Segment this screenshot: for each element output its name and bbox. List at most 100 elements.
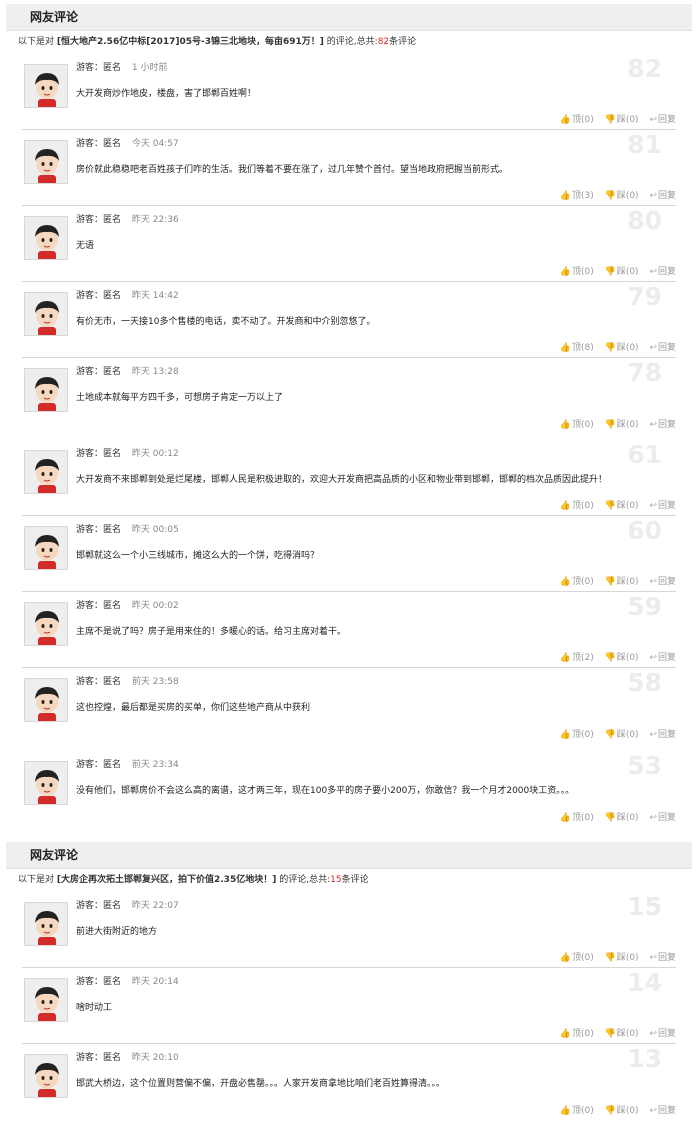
up-count: (2) — [580, 653, 594, 663]
up-count: (0) — [580, 501, 594, 511]
comment-item: 游客：匿名 前天 23:58 58 这也控煌，最后都是买房的买单，你们这些地产商… — [22, 668, 676, 744]
up-count: (3) — [580, 191, 594, 201]
topic-link[interactable]: [大房企再次拓土邯郸复兴区，拍下价值2.35亿地块！] — [57, 875, 276, 885]
thumbs-up-icon: 👍 — [559, 653, 571, 663]
up-button[interactable]: 👍顶(0) — [560, 417, 594, 430]
avatar[interactable] — [24, 292, 68, 336]
reply-button[interactable]: ↩回复 — [649, 264, 676, 277]
comment-list: 游客：匿名 昨天 22:07 15 前进大街附近的地方 👍顶(0) 👎踩(0) … — [6, 892, 692, 1120]
reply-button[interactable]: ↩回复 — [649, 950, 676, 963]
down-button[interactable]: 👎踩(0) — [605, 112, 639, 125]
comment-author: 游客：匿名 — [76, 601, 122, 611]
reply-button[interactable]: ↩回复 — [649, 574, 676, 587]
thumbs-down-icon: 👎 — [604, 501, 616, 511]
avatar[interactable] — [24, 1054, 68, 1098]
avatar[interactable] — [24, 526, 68, 570]
reply-button[interactable]: ↩回复 — [649, 810, 676, 823]
down-count: (0) — [625, 653, 639, 663]
comment-time: 昨天 20:10 — [131, 1053, 179, 1063]
section-intro: 以下是对 [恒大地产2.56亿中标[2017]05号-3锦三北地块，每亩691万… — [18, 37, 417, 47]
comment-time: 昨天 00:05 — [131, 525, 179, 535]
avatar[interactable] — [24, 761, 68, 805]
comment-time: 前天 23:58 — [131, 677, 179, 687]
comment-author: 游客：匿名 — [76, 760, 122, 770]
down-button[interactable]: 👎踩(0) — [605, 264, 639, 277]
avatar[interactable] — [24, 140, 68, 184]
down-button[interactable]: 👎踩(0) — [605, 1026, 639, 1039]
down-button[interactable]: 👎踩(0) — [605, 340, 639, 353]
avatar[interactable] — [24, 368, 68, 412]
comment-actions: 👍顶(8) 👎踩(0) ↩回复 — [552, 340, 676, 353]
comment-text: 大开发商不来邯郸到处是烂尾楼，邯郸人民是积极进取的，欢迎大开发商把高品质的小区和… — [76, 475, 608, 485]
reply-button[interactable]: ↩回复 — [649, 112, 676, 125]
comment-actions: 👍顶(3) 👎踩(0) ↩回复 — [552, 188, 676, 201]
comment-item: 游客：匿名 今天 04:57 81 房价就此稳稳吧老百姓孩子们咋的生活。我们等着… — [22, 130, 676, 206]
floor-number: 82 — [627, 54, 662, 83]
avatar[interactable] — [24, 902, 68, 946]
down-button[interactable]: 👎踩(0) — [605, 417, 639, 430]
down-button[interactable]: 👎踩(0) — [605, 650, 639, 663]
cartoon-boy-avatar-icon — [25, 369, 67, 411]
up-button[interactable]: 👍顶(0) — [560, 112, 594, 125]
avatar[interactable] — [24, 450, 68, 494]
comment-author: 游客：匿名 — [76, 525, 122, 535]
reply-button[interactable]: ↩回复 — [649, 340, 676, 353]
topic-link[interactable]: [恒大地产2.56亿中标[2017]05号-3锦三北地块，每亩691万！] — [57, 37, 324, 47]
up-count: (0) — [580, 813, 594, 823]
comment-text: 邯郸就这么一个小三线城市，摊这么大的一个饼，吃得消吗？ — [76, 551, 320, 561]
reply-button[interactable]: ↩回复 — [649, 727, 676, 740]
down-button[interactable]: 👎踩(0) — [605, 727, 639, 740]
floor-number: 79 — [627, 282, 662, 311]
down-button[interactable]: 👎踩(0) — [605, 950, 639, 963]
reply-button[interactable]: ↩回复 — [649, 417, 676, 430]
down-button[interactable]: 👎踩(0) — [605, 574, 639, 587]
avatar[interactable] — [24, 602, 68, 646]
comment-item: 游客：匿名 昨天 22:36 80 无语 👍顶(0) 👎踩(0) ↩回复 — [22, 206, 676, 282]
reply-icon: ↩ — [649, 1106, 657, 1116]
up-button[interactable]: 👍顶(0) — [560, 264, 594, 277]
reply-button[interactable]: ↩回复 — [649, 1103, 676, 1116]
up-button[interactable]: 👍顶(0) — [560, 810, 594, 823]
up-button[interactable]: 👍顶(0) — [560, 1103, 594, 1116]
up-button[interactable]: 👍顶(0) — [560, 727, 594, 740]
up-button[interactable]: 👍顶(0) — [560, 1026, 594, 1039]
cartoon-boy-avatar-icon — [25, 293, 67, 335]
comment-meta: 游客：匿名 昨天 22:07 — [76, 898, 179, 911]
up-button[interactable]: 👍顶(0) — [560, 498, 594, 511]
comment-item: 游客：匿名 昨天 20:14 14 啥时动工 👍顶(0) 👎踩(0) ↩回复 — [22, 968, 676, 1044]
comment-actions: 👍顶(2) 👎踩(0) ↩回复 — [552, 650, 676, 663]
avatar[interactable] — [24, 64, 68, 108]
avatar[interactable] — [24, 978, 68, 1022]
down-button[interactable]: 👎踩(0) — [605, 498, 639, 511]
thumbs-down-icon: 👎 — [604, 1106, 616, 1116]
comment-author: 游客：匿名 — [76, 367, 122, 377]
thumbs-up-icon: 👍 — [559, 343, 571, 353]
down-button[interactable]: 👎踩(0) — [605, 810, 639, 823]
comment-item: 游客：匿名 昨天 14:42 79 有价无市，一天接10多个售楼的电话，卖不动了… — [22, 282, 676, 358]
up-button[interactable]: 👍顶(3) — [560, 188, 594, 201]
comment-time: 前天 23:34 — [131, 760, 179, 770]
comment-time: 今天 04:57 — [131, 139, 179, 149]
reply-icon: ↩ — [649, 115, 657, 125]
reply-button[interactable]: ↩回复 — [649, 188, 676, 201]
comment-item: 游客：匿名 1 小时前 82 大开发商炒作地皮，楼盘，害了邯郸百姓啊！ 👍顶(0… — [22, 54, 676, 130]
avatar[interactable] — [24, 678, 68, 722]
comment-count: 15 — [330, 875, 342, 885]
up-button[interactable]: 👍顶(0) — [560, 950, 594, 963]
down-button[interactable]: 👎踩(0) — [605, 188, 639, 201]
up-button[interactable]: 👍顶(8) — [560, 340, 594, 353]
comment-item: 游客：匿名 昨天 13:28 78 土地成本就每平方四千多，可想房子肯定一万以上… — [22, 358, 676, 432]
comment-text: 有价无市，一天接10多个售楼的电话，卖不动了。开发商和中介别忽悠了。 — [76, 317, 376, 327]
comment-item: 游客：匿名 昨天 20:10 13 邯武大桥边，这个位置则营偏不偏，开盘必售罄。… — [22, 1044, 676, 1120]
reply-button[interactable]: ↩回复 — [649, 498, 676, 511]
reply-button[interactable]: ↩回复 — [649, 650, 676, 663]
up-button[interactable]: 👍顶(0) — [560, 574, 594, 587]
down-button[interactable]: 👎踩(0) — [605, 1103, 639, 1116]
comment-section-1: 网友评论 以下是对 [恒大地产2.56亿中标[2017]05号-3锦三北地块，每… — [6, 4, 692, 432]
comment-actions: 👍顶(0) 👎踩(0) ↩回复 — [552, 574, 676, 587]
avatar[interactable] — [24, 216, 68, 260]
floor-number: 81 — [627, 130, 662, 159]
up-button[interactable]: 👍顶(2) — [560, 650, 594, 663]
reply-button[interactable]: ↩回复 — [649, 1026, 676, 1039]
comment-text: 啥时动工 — [76, 1003, 113, 1013]
